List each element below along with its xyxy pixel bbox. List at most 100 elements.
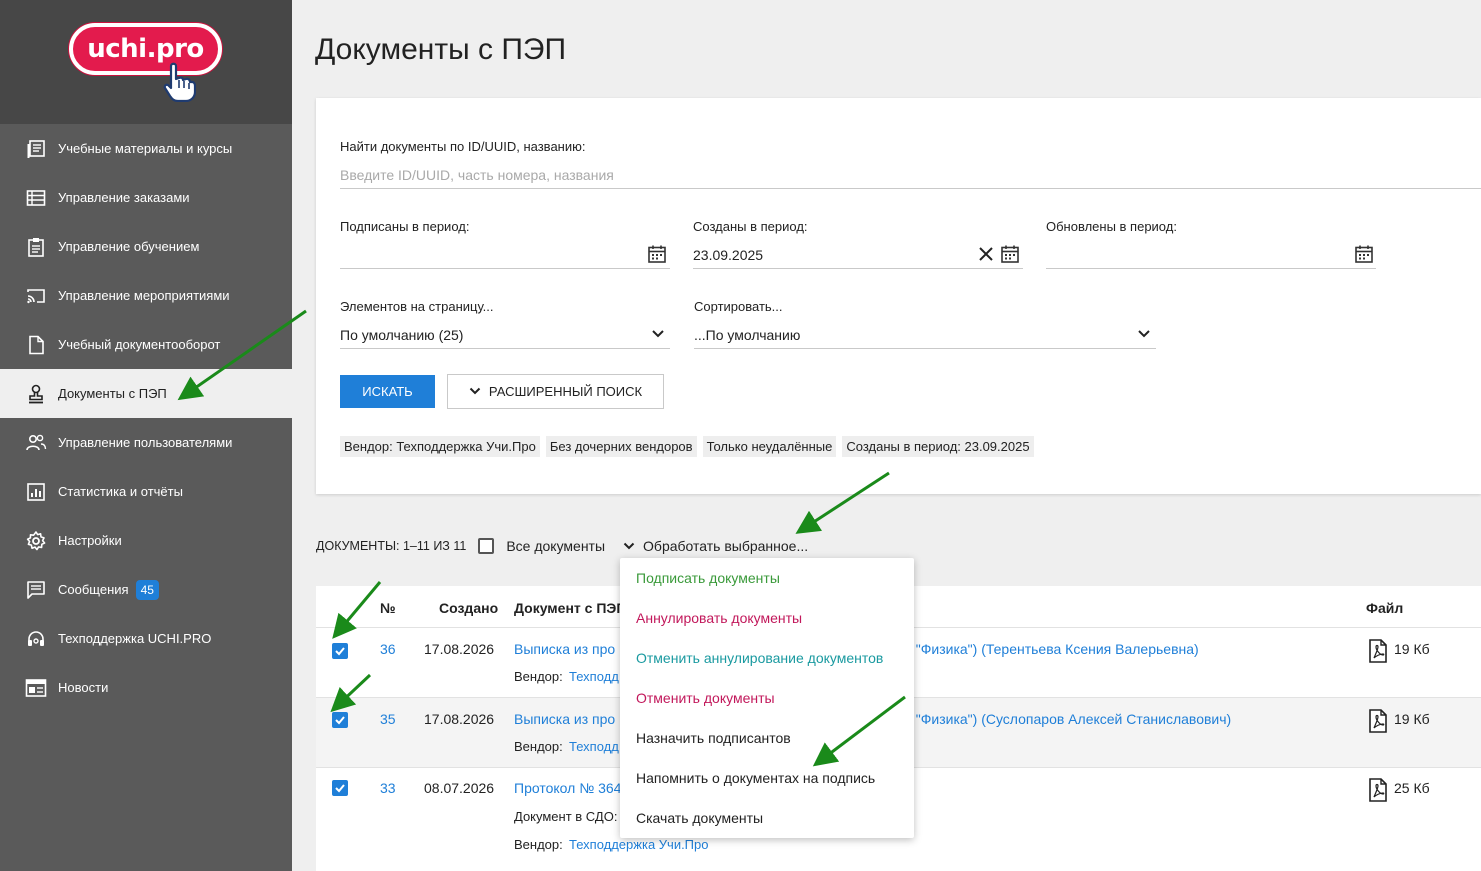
row-vendor-link[interactable]: Техподд [569, 739, 619, 754]
sidebar-item-users[interactable]: Управление пользователями [0, 418, 292, 467]
message-icon [25, 579, 47, 601]
per-page-select[interactable]: По умолчанию (25) [340, 327, 463, 343]
pdf-file-icon[interactable] [1368, 709, 1388, 738]
per-page-underline [340, 348, 670, 349]
row-number-link[interactable]: 35 [380, 711, 396, 727]
stamp-icon [25, 383, 47, 405]
filter-chip[interactable]: Только неудалённые [702, 436, 837, 457]
sidebar-item-orders[interactable]: Управление заказами [0, 173, 292, 222]
filter-chip[interactable]: Созданы в период: 23.09.2025 [842, 436, 1034, 457]
row-document-link-tail[interactable]: О "Физика") (Терентьева Ксения Валерьевн… [901, 641, 1199, 657]
row-document-link[interactable]: Выписка из про [514, 641, 615, 657]
filter-chip[interactable]: Без дочерних вендоров [545, 436, 697, 457]
menu-item-cancel-annul[interactable]: Отменить аннулирование документов [636, 650, 883, 666]
sidebar-item-pep-docs[interactable]: Документы с ПЭП [0, 369, 292, 418]
list-icon [25, 187, 47, 209]
updated-period-label: Обновлены в период: [1046, 219, 1177, 234]
sidebar-item-statistics[interactable]: Статистика и отчёты [0, 467, 292, 516]
row-checkbox[interactable] [332, 643, 348, 659]
calendar-icon[interactable] [646, 243, 668, 265]
sidebar-item-label: Учебные материалы и курсы [58, 141, 233, 156]
sidebar-item-events[interactable]: Управление мероприятиями [0, 271, 292, 320]
row-document-link[interactable]: Выписка из про [514, 711, 615, 727]
logo-text: uchi.pro [87, 34, 204, 64]
process-selected-button[interactable]: Обработать выбранное... [623, 538, 808, 554]
pdf-file-icon[interactable] [1368, 639, 1388, 668]
sidebar-item-learning[interactable]: Управление обучением [0, 222, 292, 271]
column-header-document[interactable]: Документ с ПЭП [514, 600, 626, 616]
filter-chip[interactable]: Вендор: Техподдержка Учи.Про [340, 436, 540, 457]
menu-item-cancel-docs[interactable]: Отменить документы [636, 690, 775, 706]
news-icon [25, 677, 47, 699]
documents-toolbar: ДОКУМЕНТЫ: 1–11 ИЗ 11 Все документы Обра… [316, 535, 808, 557]
row-file-size: 19 Кб [1394, 711, 1430, 727]
menu-item-download[interactable]: Скачать документы [636, 810, 763, 826]
page-title: Документы с ПЭП [315, 33, 567, 66]
sort-select[interactable]: ...По умолчанию [694, 327, 800, 343]
search-button[interactable]: ИСКАТЬ [340, 375, 435, 408]
advanced-search-label: РАСШИРЕННЫЙ ПОИСК [488, 384, 643, 399]
book-icon [25, 138, 47, 160]
row-created-date: 17.08.2026 [424, 641, 495, 657]
calendar-icon[interactable] [999, 243, 1021, 265]
all-documents-label: Все документы [506, 538, 606, 554]
uchi-pro-logo[interactable]: uchi.pro [69, 23, 222, 75]
sidebar-item-messages[interactable]: Сообщения 45 [0, 565, 292, 614]
menu-item-assign-signers[interactable]: Назначить подписантов [636, 730, 791, 746]
clipboard-icon [25, 236, 47, 258]
document-icon [25, 334, 47, 356]
sort-label: Сортировать... [694, 299, 783, 314]
row-file-size: 19 Кб [1394, 641, 1430, 657]
calendar-icon[interactable] [1353, 243, 1375, 265]
menu-item-remind[interactable]: Напомнить о документах на подпись [636, 770, 875, 786]
search-label: Найти документы по ID/UUID, названию: [340, 139, 586, 154]
row-vendor-label: Вендор: [514, 669, 563, 684]
search-input[interactable]: Введите ID/UUID, часть номера, названия [340, 167, 614, 183]
chart-icon [25, 481, 47, 503]
row-sdo-label: Документ в СДО: [514, 809, 618, 824]
created-period-label: Созданы в период: [693, 219, 808, 234]
pdf-file-icon[interactable] [1368, 778, 1388, 807]
clear-icon[interactable] [975, 243, 997, 265]
row-checkbox[interactable] [332, 780, 348, 796]
chevron-down-icon [623, 542, 635, 549]
row-checkbox[interactable] [332, 712, 348, 728]
active-filter-chips: Вендор: Техподдержка Учи.Про Без дочерни… [340, 436, 1034, 457]
sidebar-item-support[interactable]: Техподдержка UCHI.PRO [0, 614, 292, 663]
row-document-link[interactable]: Протокол № 364 [514, 780, 621, 796]
menu-item-annul[interactable]: Аннулировать документы [636, 610, 802, 626]
sidebar-item-label: Настройки [58, 533, 122, 548]
select-all-checkbox[interactable] [478, 538, 495, 554]
sidebar-item-label: Управление заказами [58, 190, 190, 205]
column-header-file[interactable]: Файл [1366, 600, 1403, 616]
chevron-down-icon[interactable] [647, 323, 669, 345]
headset-icon [25, 628, 47, 650]
users-icon [25, 432, 47, 454]
row-document-link-tail[interactable]: О "Физика") (Суслопаров Алексей Станисла… [901, 711, 1231, 727]
sidebar-item-label: Управление обучением [58, 239, 200, 254]
row-created-date: 17.08.2026 [424, 711, 495, 727]
created-period-input[interactable]: 23.09.2025 [693, 247, 763, 263]
chevron-down-icon [469, 387, 481, 395]
signed-period-underline [340, 268, 670, 269]
sidebar-item-courses[interactable]: Учебные материалы и курсы [0, 124, 292, 173]
row-file-size: 25 Кб [1394, 780, 1430, 796]
row-number-link[interactable]: 33 [380, 780, 396, 796]
sidebar-item-label: Управление пользователями [58, 435, 233, 450]
chevron-down-icon[interactable] [1133, 323, 1155, 345]
sidebar-item-docflow[interactable]: Учебный документооборот [0, 320, 292, 369]
sidebar-item-news[interactable]: Новости [0, 663, 292, 712]
pointer-hand-icon [163, 62, 196, 102]
row-number-link[interactable]: 36 [380, 641, 396, 657]
advanced-search-button[interactable]: РАСШИРЕННЫЙ ПОИСК [447, 374, 664, 409]
row-vendor-link[interactable]: Техподдержка Учи.Про [569, 837, 709, 852]
per-page-label: Элементов на страницу... [340, 299, 494, 314]
process-selected-menu: Подписать документы Аннулировать докумен… [620, 558, 914, 838]
column-header-num[interactable]: № [380, 600, 396, 616]
menu-item-sign[interactable]: Подписать документы [636, 570, 780, 586]
sidebar-item-label: Учебный документооборот [58, 337, 221, 352]
row-vendor-link[interactable]: Техподд [569, 669, 619, 684]
sidebar-item-settings[interactable]: Настройки [0, 516, 292, 565]
cast-icon [25, 285, 47, 307]
column-header-created[interactable]: Создано [439, 600, 498, 616]
